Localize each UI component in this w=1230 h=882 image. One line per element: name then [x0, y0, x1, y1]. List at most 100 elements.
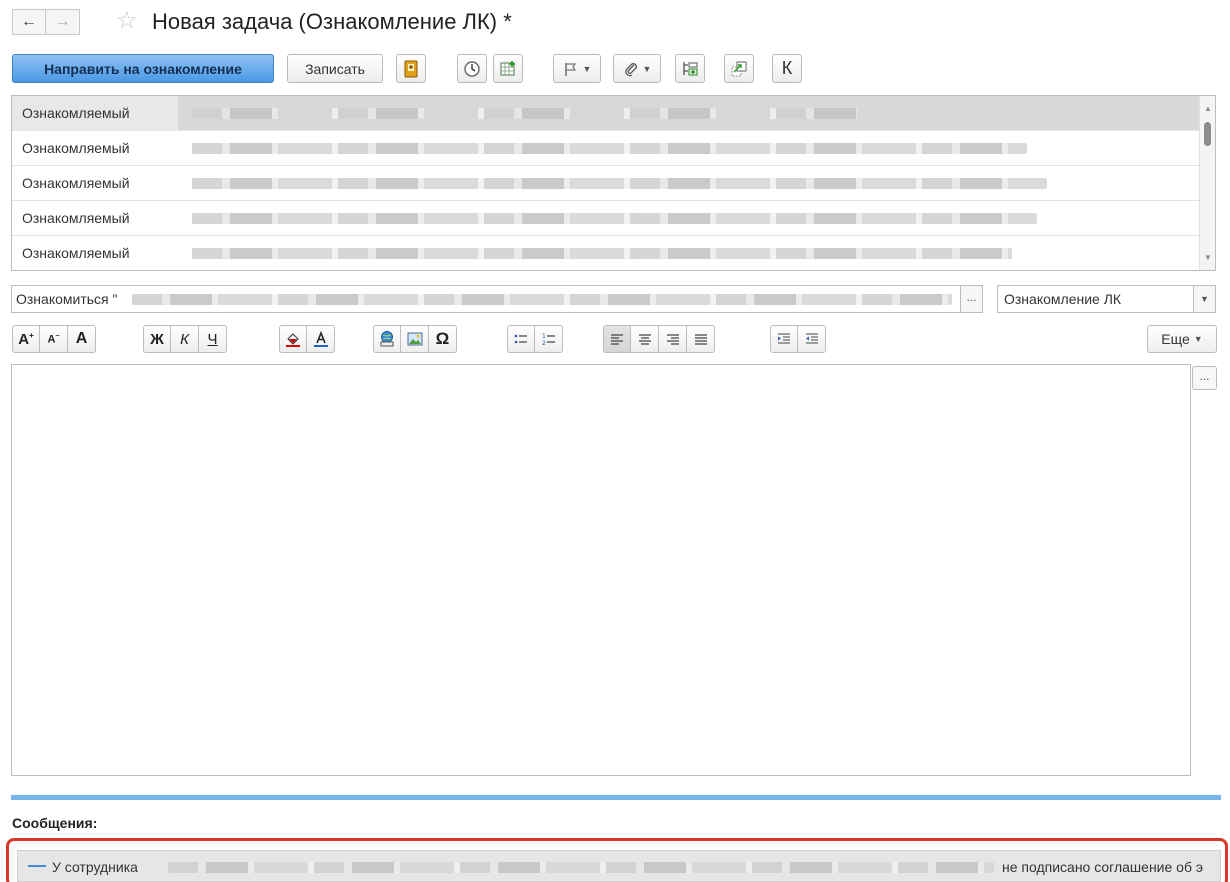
save-button[interactable]: Записать	[287, 54, 383, 83]
editor-open-button[interactable]: ...	[1192, 366, 1217, 390]
title-bar: ← → ☆ Новая задача (Ознакомление ЛК) *	[0, 0, 1230, 44]
indent-decrease-icon	[805, 333, 818, 344]
formatting-toolbar: A+ A− A Ж К Ч Ω 12 Еще ▼	[12, 325, 1217, 355]
row-label: Ознакомляемый	[22, 245, 130, 261]
insert-link-button[interactable]	[373, 325, 401, 353]
font-size-group: A+ A− A	[12, 325, 96, 353]
messages-panel: — У сотрудника не подписано соглашение о…	[6, 838, 1228, 882]
indent-increase-icon	[778, 333, 790, 344]
color-group	[279, 325, 335, 353]
message-lead-text: У сотрудника	[52, 859, 138, 875]
message-item[interactable]: — У сотрудника не подписано соглашение о…	[17, 850, 1221, 882]
font-decrease-button[interactable]: A−	[40, 325, 68, 353]
bullet-list-icon	[514, 334, 527, 344]
back-button[interactable]: ←	[12, 9, 46, 35]
send-for-review-button[interactable]: Направить на ознакомление	[12, 54, 274, 83]
subject-select-button[interactable]: ...	[960, 286, 982, 312]
numbered-list-button[interactable]: 12	[535, 325, 563, 353]
indent-group	[770, 325, 826, 353]
insert-image-button[interactable]	[401, 325, 429, 353]
list-group: 12	[507, 325, 563, 353]
redirect-button[interactable]	[724, 54, 754, 83]
table-scrollbar[interactable]: ▲ ▼	[1199, 96, 1215, 270]
more-label: Еще	[1161, 331, 1190, 347]
flag-dropdown-button[interactable]: ▼	[553, 54, 601, 83]
scroll-up-icon[interactable]: ▲	[1204, 104, 1212, 113]
table-row[interactable]: Ознакомляемый	[12, 201, 1200, 236]
bold-button[interactable]: Ж	[143, 325, 171, 353]
clock-icon	[464, 60, 480, 77]
align-right-button[interactable]	[659, 325, 687, 353]
align-left-icon	[611, 334, 623, 345]
task-type-select[interactable]: Ознакомление ЛК ▼	[997, 285, 1216, 313]
font-decrease-icon: A−	[47, 332, 60, 346]
italic-button[interactable]: К	[171, 325, 199, 353]
favorite-star-icon[interactable]: ☆	[116, 8, 138, 34]
insert-group: Ω	[373, 325, 457, 353]
underline-button[interactable]: Ч	[199, 325, 227, 353]
align-right-icon	[666, 334, 679, 345]
redacted-value	[168, 862, 994, 873]
font-button[interactable]: A	[68, 325, 96, 353]
flag-icon	[564, 62, 576, 76]
align-center-button[interactable]	[631, 325, 659, 353]
task-type-value: Ознакомление ЛК	[1004, 291, 1122, 307]
add-table-icon	[500, 60, 515, 75]
panel-splitter[interactable]	[11, 795, 1221, 800]
address-book-button[interactable]	[396, 54, 426, 83]
task-description-editor[interactable]	[11, 364, 1191, 776]
deadline-button[interactable]	[457, 54, 487, 83]
k-button[interactable]: К	[772, 54, 802, 83]
redacted-value	[192, 248, 1012, 259]
fill-color-icon	[286, 333, 300, 347]
alignment-group	[603, 325, 715, 353]
numbered-list-icon: 12	[542, 333, 555, 347]
redirect-icon	[731, 61, 747, 76]
message-tail-text: не подписано соглашение об э	[1002, 859, 1204, 875]
special-char-button[interactable]: Ω	[429, 325, 457, 353]
increase-indent-button[interactable]	[770, 325, 798, 353]
more-actions-button[interactable]: Еще ▼	[1147, 325, 1217, 353]
task-subject-field[interactable]: Ознакомиться " ...	[11, 285, 983, 313]
paperclip-icon	[624, 62, 637, 76]
scroll-down-icon[interactable]: ▼	[1204, 253, 1212, 262]
row-label: Ознакомляемый	[22, 140, 130, 156]
decrease-indent-button[interactable]	[798, 325, 826, 353]
text-style-group: Ж К Ч	[143, 325, 227, 353]
chevron-down-icon[interactable]: ▼	[1193, 286, 1215, 312]
table-row[interactable]: Ознакомляемый	[12, 166, 1200, 201]
address-book-icon	[404, 60, 418, 77]
hierarchy-add-icon	[683, 61, 698, 75]
chevron-down-icon: ▼	[582, 63, 592, 74]
row-label: Ознакомляемый	[22, 175, 130, 191]
bulleted-list-button[interactable]	[507, 325, 535, 353]
navigation-buttons: ← →	[12, 9, 80, 35]
align-left-button[interactable]	[603, 325, 631, 353]
font-increase-button[interactable]: A+	[12, 325, 40, 353]
redacted-value	[192, 108, 857, 119]
table-row[interactable]: Ознакомляемый	[12, 96, 1200, 131]
row-label: Ознакомляемый	[22, 105, 130, 121]
reviewers-table[interactable]: Ознакомляемый Ознакомляемый Ознакомляемы…	[11, 95, 1216, 271]
row-label: Ознакомляемый	[22, 210, 130, 226]
text-color-button[interactable]	[307, 325, 335, 353]
collapse-icon[interactable]: —	[28, 855, 46, 876]
align-center-icon	[638, 334, 651, 345]
attachment-dropdown-button[interactable]: ▼	[613, 54, 661, 83]
table-row[interactable]: Ознакомляемый	[12, 131, 1200, 166]
svg-text:1: 1	[542, 333, 546, 340]
window-title: Новая задача (Ознакомление ЛК) *	[152, 9, 512, 34]
align-justify-icon	[694, 334, 707, 345]
subject-prefix: Ознакомиться "	[16, 291, 118, 307]
image-icon	[407, 332, 422, 346]
align-justify-button[interactable]	[687, 325, 715, 353]
table-row[interactable]: Ознакомляемый	[12, 236, 1200, 271]
background-color-button[interactable]	[279, 325, 307, 353]
messages-title: Сообщения:	[12, 815, 98, 831]
scrollbar-thumb[interactable]	[1204, 122, 1211, 146]
command-bar: Направить на ознакомление Записать ▼ ▼ К	[12, 54, 1212, 84]
structure-button[interactable]	[675, 54, 705, 83]
add-subtask-button[interactable]	[493, 54, 523, 83]
forward-button[interactable]: →	[46, 9, 80, 35]
svg-text:2: 2	[542, 340, 546, 347]
